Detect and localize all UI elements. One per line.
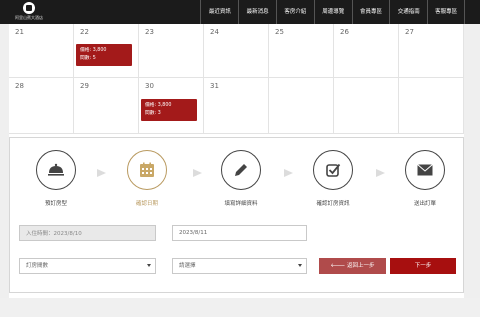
next-button[interactable]: 下一步 xyxy=(390,258,456,274)
step-label: 送出訂單 xyxy=(413,201,436,207)
checkin-date-field[interactable] xyxy=(19,225,156,241)
room-count-select[interactable]: 訂房間數 xyxy=(19,258,156,274)
checkbox-icon xyxy=(326,163,341,177)
nav-item-latest-info[interactable]: 最近資訊 xyxy=(200,0,238,24)
back-button-label: 返回上一步 xyxy=(346,263,375,269)
calendar-week-row: 28 29 30 價格: 3,800 間數: 3 31 xyxy=(9,78,464,134)
step-circle xyxy=(36,150,76,190)
day-number: 23 xyxy=(145,28,154,36)
step-arrow-icon xyxy=(97,169,106,177)
nav-item-rooms[interactable]: 客房介紹 xyxy=(276,0,314,24)
badge-price: 價格: 3,800 xyxy=(80,48,107,53)
step-circle xyxy=(405,150,445,190)
nav-item-members[interactable]: 會員專區 xyxy=(351,0,390,24)
calendar-day-cell[interactable]: 22 價格: 3,800 間數: 5 xyxy=(74,24,139,78)
badge-rooms: 間數: 5 xyxy=(80,56,96,61)
arrow-left-icon: 🡐 xyxy=(330,263,347,269)
calendar-day-cell[interactable]: 27 xyxy=(399,24,464,78)
step-arrow-icon xyxy=(376,169,385,177)
badge-price: 價格: 3,800 xyxy=(145,103,172,108)
booking-steps-box: 預訂房型 確認日期 填寫詳細資料 確認訂房資訊 送出訂單 入住時間：2023/8… xyxy=(9,137,464,293)
room-count-select-value: 訂房間數 xyxy=(26,263,49,269)
nav-item-nearby[interactable]: 周邊導覽 xyxy=(313,0,352,24)
step-submit-order[interactable]: 送出訂單 xyxy=(393,150,457,207)
step-confirm-date[interactable]: 確認日期 xyxy=(115,150,179,207)
bed-select[interactable]: 請選擇 xyxy=(172,258,307,274)
calendar-icon xyxy=(140,162,154,177)
calendar-day-cell[interactable]: 23 xyxy=(139,24,204,78)
checkout-date-field[interactable] xyxy=(172,225,307,241)
back-button[interactable]: 🡐 返回上一步 xyxy=(319,258,386,274)
badge-rooms: 間數: 3 xyxy=(145,111,161,116)
day-number: 25 xyxy=(275,28,284,36)
chevron-down-icon xyxy=(298,264,302,267)
hotel-logo-icon xyxy=(23,2,35,14)
calendar-day-cell[interactable]: 30 價格: 3,800 間數: 3 xyxy=(139,78,204,134)
hotel-logo[interactable]: 阿里山賓大酒店 xyxy=(9,2,49,24)
day-number: 26 xyxy=(340,28,349,36)
step-arrow-icon xyxy=(193,169,202,177)
day-number: 27 xyxy=(405,28,414,36)
calendar-day-cell[interactable]: 25 xyxy=(269,24,334,78)
page-footer-space xyxy=(0,298,480,317)
day-number: 29 xyxy=(80,82,89,90)
nav-item-service[interactable]: 客服專區 xyxy=(427,0,465,24)
bed-select-value: 請選擇 xyxy=(179,263,196,269)
calendar-day-cell[interactable]: 26 xyxy=(334,24,399,78)
calendar-day-cell[interactable]: 21 xyxy=(9,24,74,78)
calendar-day-cell[interactable]: 29 xyxy=(74,78,139,134)
logo-text: 阿里山賓大酒店 xyxy=(15,15,43,20)
day-number: 31 xyxy=(210,82,219,90)
calendar-day-cell xyxy=(334,78,399,134)
availability-badge[interactable]: 價格: 3,800 間數: 3 xyxy=(141,99,197,121)
step-label: 預訂房型 xyxy=(44,201,67,207)
day-number: 21 xyxy=(15,28,24,36)
step-select-room[interactable]: 預訂房型 xyxy=(24,150,88,207)
day-number: 30 xyxy=(145,82,154,90)
step-circle xyxy=(221,150,261,190)
main-nav: 最近資訊 最新消息 客房介紹 周邊導覽 會員專區 交通指南 客服專區 xyxy=(200,0,465,24)
top-navigation-bar: 阿里山賓大酒店 最近資訊 最新消息 客房介紹 周邊導覽 會員專區 交通指南 客服… xyxy=(0,0,480,24)
nav-item-traffic[interactable]: 交通指南 xyxy=(389,0,427,24)
calendar-day-cell[interactable]: 24 xyxy=(204,24,269,78)
step-label: 填寫詳細資料 xyxy=(224,201,258,207)
step-label: 確認訂房資訊 xyxy=(316,201,350,207)
step-label: 確認日期 xyxy=(135,201,158,207)
pencil-icon xyxy=(235,164,247,176)
chevron-down-icon xyxy=(147,264,151,267)
step-arrow-icon xyxy=(284,169,293,177)
step-confirm-info[interactable]: 確認訂房資訊 xyxy=(301,150,365,207)
calendar-day-cell[interactable]: 31 xyxy=(204,78,269,134)
room-service-bell-icon xyxy=(48,163,64,176)
calendar-day-cell xyxy=(399,78,464,134)
booking-panel: 21 22 價格: 3,800 間數: 5 23 24 25 26 27 28 … xyxy=(9,24,464,298)
availability-badge[interactable]: 價格: 3,800 間數: 5 xyxy=(76,44,132,66)
day-number: 22 xyxy=(80,28,89,36)
calendar-day-cell[interactable]: 28 xyxy=(9,78,74,134)
step-circle xyxy=(313,150,353,190)
day-number: 24 xyxy=(210,28,219,36)
step-circle xyxy=(127,150,167,190)
calendar-week-row: 21 22 價格: 3,800 間數: 5 23 24 25 26 27 xyxy=(9,24,464,78)
calendar-day-cell xyxy=(269,78,334,134)
day-number: 28 xyxy=(15,82,24,90)
nav-item-news[interactable]: 最新消息 xyxy=(238,0,276,24)
step-fill-details[interactable]: 填寫詳細資料 xyxy=(209,150,273,207)
envelope-icon xyxy=(417,164,433,176)
